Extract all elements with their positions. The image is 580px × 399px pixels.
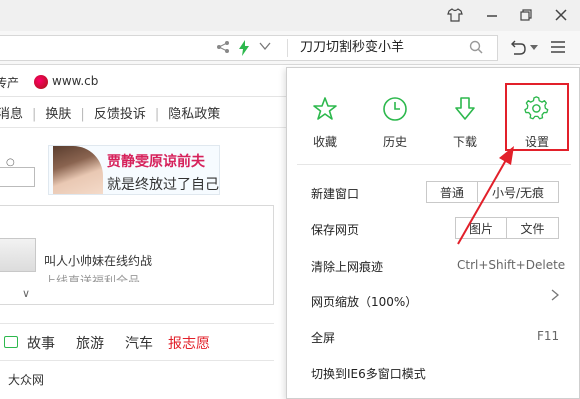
title-bar — [0, 0, 580, 31]
zoom-chevron-right-icon — [551, 289, 560, 304]
category-travel[interactable]: 旅游 — [76, 333, 104, 353]
menu-icon[interactable] — [550, 40, 566, 54]
share-icon[interactable] — [216, 40, 230, 54]
restore-icon[interactable] — [515, 5, 537, 25]
menu-item-ie6-mode[interactable]: 切换到IE6多窗口模式 — [311, 365, 426, 382]
settings-highlight-box — [505, 83, 569, 151]
category-story[interactable]: 故事 — [27, 333, 55, 353]
ad-photo — [53, 146, 103, 194]
site-favicon-icon — [34, 75, 48, 89]
main-menu-dropdown: 收藏 历史 下载 设置 新建窗口 普通 小号/无痕 保存网页 图片 文件 清除上… — [286, 67, 580, 399]
card-title[interactable]: 叫人小帅妹在线约战 — [44, 252, 152, 269]
menu-item-downloads[interactable]: 下载 — [435, 96, 495, 166]
left-input-box[interactable] — [0, 167, 35, 187]
address-divider — [287, 39, 288, 57]
ad-headline: 贾静雯原谅前夫 — [107, 154, 205, 170]
nav-divider — [0, 127, 290, 128]
card-thumbnail — [0, 238, 36, 272]
new-window-label: 新建窗口 — [311, 187, 360, 201]
new-window-normal-button[interactable]: 普通 — [426, 181, 478, 203]
history-label: 历史 — [382, 135, 407, 149]
new-window-private-button[interactable]: 小号/无痕 — [477, 181, 559, 203]
page-nav: 消息 | 换肤 | 反馈投诉 | 隐私政策 — [0, 103, 220, 122]
undo-dropdown-icon[interactable] — [530, 43, 538, 51]
card-chevron-icon[interactable]: ∨ — [22, 287, 30, 300]
bookmark-site[interactable]: www.cb — [52, 74, 98, 88]
content-card[interactable]: 叫人小帅妹在线约战 上线直送福利全品 ∨ — [0, 205, 274, 305]
lightning-icon[interactable] — [238, 40, 250, 56]
undo-icon[interactable] — [508, 40, 526, 56]
nav-link-feedback[interactable]: 反馈投诉 — [94, 107, 146, 122]
clear-traces-shortcut: Ctrl+Shift+Delete — [457, 258, 566, 272]
category-application[interactable]: 报志愿 — [168, 333, 210, 353]
save-page-file-button[interactable]: 文件 — [506, 217, 559, 239]
menu-item-clear-traces[interactable]: 清除上网痕迹 — [311, 258, 383, 275]
save-page-image-button[interactable]: 图片 — [455, 217, 507, 239]
menu-item-history[interactable]: 历史 — [365, 96, 425, 166]
clock-icon — [383, 97, 407, 121]
star-icon — [313, 97, 337, 120]
page-content: 消息 | 换肤 | 反馈投诉 | 隐私政策 ○ 贾静雯原谅前夫 就是终放过了自己 叫人小帅妹… — [0, 97, 300, 399]
skin-shirt-icon[interactable] — [444, 5, 466, 25]
nav-link-skin[interactable]: 换肤 — [45, 107, 71, 122]
ad-subline: 就是终放过了自己 — [107, 177, 219, 193]
close-icon[interactable] — [550, 5, 572, 25]
download-icon — [455, 97, 475, 120]
category-car[interactable]: 汽车 — [125, 333, 153, 353]
site-label[interactable]: 大众网 — [8, 371, 44, 388]
favorites-label: 收藏 — [312, 135, 337, 149]
category-icon — [4, 336, 18, 348]
category-bar: 故事 旅游 汽车 报志愿 — [0, 323, 274, 361]
menu-item-fullscreen[interactable]: 全屏 — [311, 329, 335, 346]
fullscreen-shortcut: F11 — [537, 329, 560, 343]
save-page-label: 保存网页 — [311, 223, 360, 237]
search-text[interactable]: 刀刀切割秒变小羊 — [300, 36, 404, 55]
address-bar: 刀刀切割秒变小羊 — [0, 31, 580, 65]
menu-item-zoom[interactable]: 网页缩放（100%） — [311, 293, 417, 310]
nav-link-message[interactable]: 消息 — [0, 107, 23, 122]
menu-item-favorites[interactable]: 收藏 — [295, 96, 355, 166]
minimize-icon[interactable] — [481, 5, 503, 25]
nav-link-privacy[interactable]: 隐私政策 — [168, 107, 220, 122]
menu-divider — [297, 164, 571, 165]
downloads-label: 下载 — [452, 135, 477, 149]
bookmark-partial[interactable]: 传产 — [0, 74, 19, 91]
search-icon[interactable] — [469, 40, 483, 54]
chevron-down-icon[interactable] — [259, 40, 271, 52]
card-subtitle: 上线直送福利全品 — [44, 274, 141, 282]
ad-banner[interactable]: 贾静雯原谅前夫 就是终放过了自己 — [48, 145, 220, 195]
